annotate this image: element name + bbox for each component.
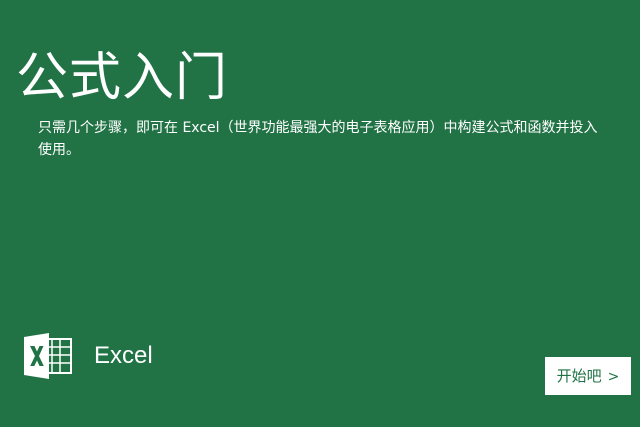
- logo-label: Excel: [94, 342, 153, 369]
- excel-icon: [22, 333, 74, 379]
- excel-logo: Excel: [22, 333, 153, 379]
- slide-description: 只需几个步骤，即可在 Excel（世界功能最强大的电子表格应用）中构建公式和函数…: [38, 120, 598, 158]
- chevron-right-icon: >: [607, 369, 620, 385]
- intro-slide: 公式入门 只需几个步骤，即可在 Excel（世界功能最强大的电子表格应用）中构建…: [0, 0, 640, 427]
- start-button-label: 开始吧: [556, 367, 602, 385]
- slide-title: 公式入门: [16, 48, 229, 108]
- start-button[interactable]: 开始吧 >: [545, 357, 631, 395]
